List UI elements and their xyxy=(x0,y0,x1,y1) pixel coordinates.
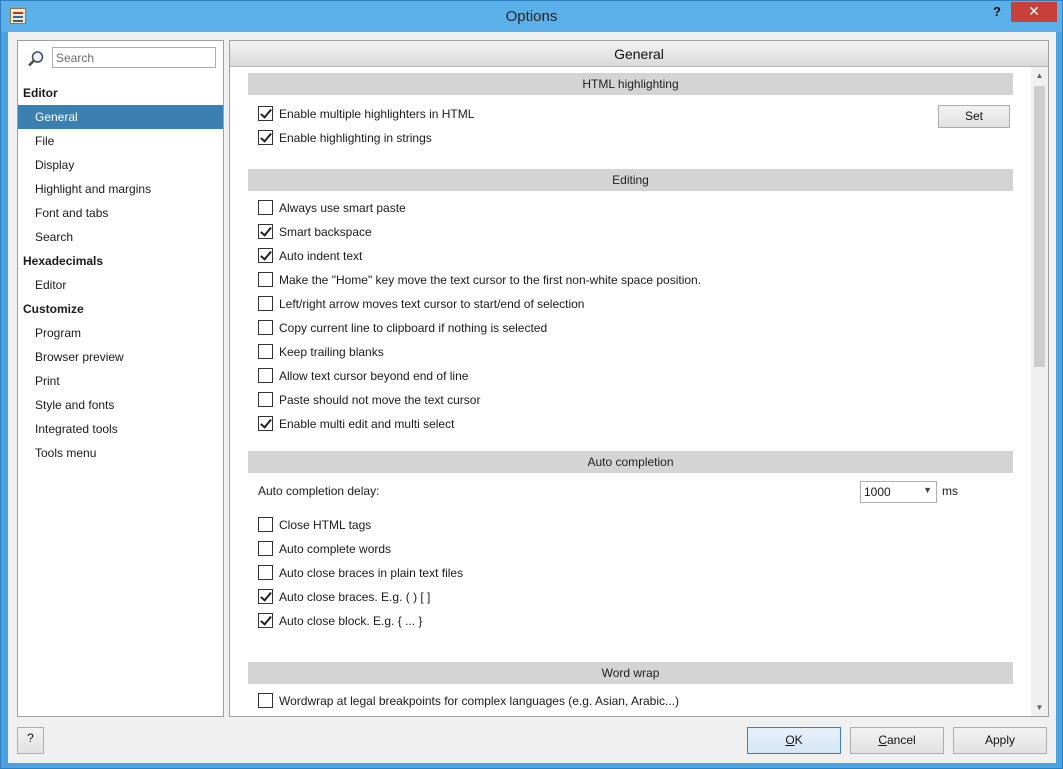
checkbox[interactable] xyxy=(258,693,273,709)
checkbox[interactable] xyxy=(258,589,273,605)
delay-label: Auto completion delay: xyxy=(258,484,380,498)
nav-item[interactable]: Highlight and margins xyxy=(18,177,223,201)
option-highlight-strings[interactable]: Enable highlighting in strings xyxy=(258,130,432,148)
option-cursor-beyond[interactable]: Allow text cursor beyond end of line xyxy=(258,368,468,386)
option-arrow-moves[interactable]: Left/right arrow moves text cursor to st… xyxy=(258,296,584,314)
category-tree: EditorGeneralFileDisplayHighlight and ma… xyxy=(17,40,224,717)
checkbox[interactable] xyxy=(258,272,273,288)
nav-item[interactable]: Style and fonts xyxy=(18,393,223,417)
nav-item[interactable]: Editor xyxy=(18,273,223,297)
close-icon: ✕ xyxy=(1028,3,1040,19)
help-button[interactable]: ? xyxy=(985,4,1009,24)
checkbox[interactable] xyxy=(258,416,273,432)
vertical-scrollbar[interactable]: ▲ ▼ xyxy=(1031,67,1048,716)
section-auto-completion: Auto completion xyxy=(248,451,1013,473)
option-braces-plain[interactable]: Auto close braces in plain text files xyxy=(258,565,463,583)
option-close-block[interactable]: Auto close block. E.g. { ... } xyxy=(258,613,422,631)
option-paste-no-move[interactable]: Paste should not move the text cursor xyxy=(258,392,480,410)
checkbox[interactable] xyxy=(258,106,273,122)
nav-group-header[interactable]: Hexadecimals xyxy=(18,249,223,273)
nav-item[interactable]: Search xyxy=(18,225,223,249)
nav-group-header[interactable]: Editor xyxy=(18,81,223,105)
checkbox[interactable] xyxy=(258,296,273,312)
title-bar[interactable]: Options ? ✕ xyxy=(1,1,1062,32)
settings-panel: General HTML highlighting Enable multipl… xyxy=(229,40,1049,717)
option-smart-backspace[interactable]: Smart backspace xyxy=(258,224,372,242)
scroll-thumb[interactable] xyxy=(1034,86,1045,367)
option-multi-highlighters[interactable]: Enable multiple highlighters in HTML xyxy=(258,106,474,124)
section-editing: Editing xyxy=(248,169,1013,191)
option-wordwrap-legal[interactable]: Wordwrap at legal breakpoints for comple… xyxy=(258,693,679,711)
search-icon xyxy=(28,51,44,67)
nav-item[interactable]: Integrated tools xyxy=(18,417,223,441)
nav-group-header[interactable]: Customize xyxy=(18,297,223,321)
option-multi-edit[interactable]: Enable multi edit and multi select xyxy=(258,416,454,434)
nav-item[interactable]: File xyxy=(18,129,223,153)
nav-item[interactable]: Program xyxy=(18,321,223,345)
checkbox[interactable] xyxy=(258,368,273,384)
set-button[interactable]: Set xyxy=(938,105,1010,128)
checkbox[interactable] xyxy=(258,517,273,533)
options-window: Options ? ✕ EditorGeneralFileDisplayHigh… xyxy=(0,0,1063,769)
section-html-highlighting: HTML highlighting xyxy=(248,73,1013,95)
chevron-down-icon: ▼ xyxy=(923,485,932,495)
delay-select[interactable]: 1000 ▼ xyxy=(860,481,937,503)
section-word-wrap: Word wrap xyxy=(248,662,1013,684)
nav-item[interactable]: Display xyxy=(18,153,223,177)
window-title: Options xyxy=(505,8,558,25)
option-smart-paste[interactable]: Always use smart paste xyxy=(258,200,406,218)
checkbox[interactable] xyxy=(258,248,273,264)
delay-unit: ms xyxy=(942,484,958,498)
nav-item[interactable]: General xyxy=(18,105,223,129)
close-button[interactable]: ✕ xyxy=(1011,2,1057,22)
apply-button[interactable]: Apply xyxy=(953,727,1047,754)
checkbox[interactable] xyxy=(258,344,273,360)
option-copy-line[interactable]: Copy current line to clipboard if nothin… xyxy=(258,320,547,338)
checkbox[interactable] xyxy=(258,224,273,240)
scroll-down-icon[interactable]: ▼ xyxy=(1031,699,1048,716)
nav-item[interactable]: Font and tabs xyxy=(18,201,223,225)
checkbox[interactable] xyxy=(258,200,273,216)
dialog-client: EditorGeneralFileDisplayHighlight and ma… xyxy=(8,32,1056,763)
checkbox[interactable] xyxy=(258,130,273,146)
checkbox[interactable] xyxy=(258,613,273,629)
option-auto-indent[interactable]: Auto indent text xyxy=(258,248,362,266)
checkbox[interactable] xyxy=(258,392,273,408)
ok-button[interactable]: OK xyxy=(747,727,841,754)
cancel-button[interactable]: Cancel xyxy=(850,727,944,754)
nav-item[interactable]: Tools menu xyxy=(18,441,223,465)
option-home-key[interactable]: Make the "Home" key move the text cursor… xyxy=(258,272,701,290)
option-close-braces[interactable]: Auto close braces. E.g. ( ) [ ] xyxy=(258,589,430,607)
nav-item[interactable]: Browser preview xyxy=(18,345,223,369)
search-input[interactable] xyxy=(52,47,216,68)
help-button-bottom[interactable]: ? xyxy=(17,727,44,754)
option-trailing-blanks[interactable]: Keep trailing blanks xyxy=(258,344,384,362)
delay-value: 1000 xyxy=(864,485,891,499)
option-close-html[interactable]: Close HTML tags xyxy=(258,517,371,535)
option-complete-words[interactable]: Auto complete words xyxy=(258,541,391,559)
nav-item[interactable]: Print xyxy=(18,369,223,393)
scroll-up-icon[interactable]: ▲ xyxy=(1031,67,1048,84)
checkbox[interactable] xyxy=(258,541,273,557)
checkbox[interactable] xyxy=(258,565,273,581)
panel-title: General xyxy=(230,41,1048,67)
nav-list: Editor General File Display Highlight and ma… xyxy=(18,81,223,465)
checkbox[interactable] xyxy=(258,320,273,336)
